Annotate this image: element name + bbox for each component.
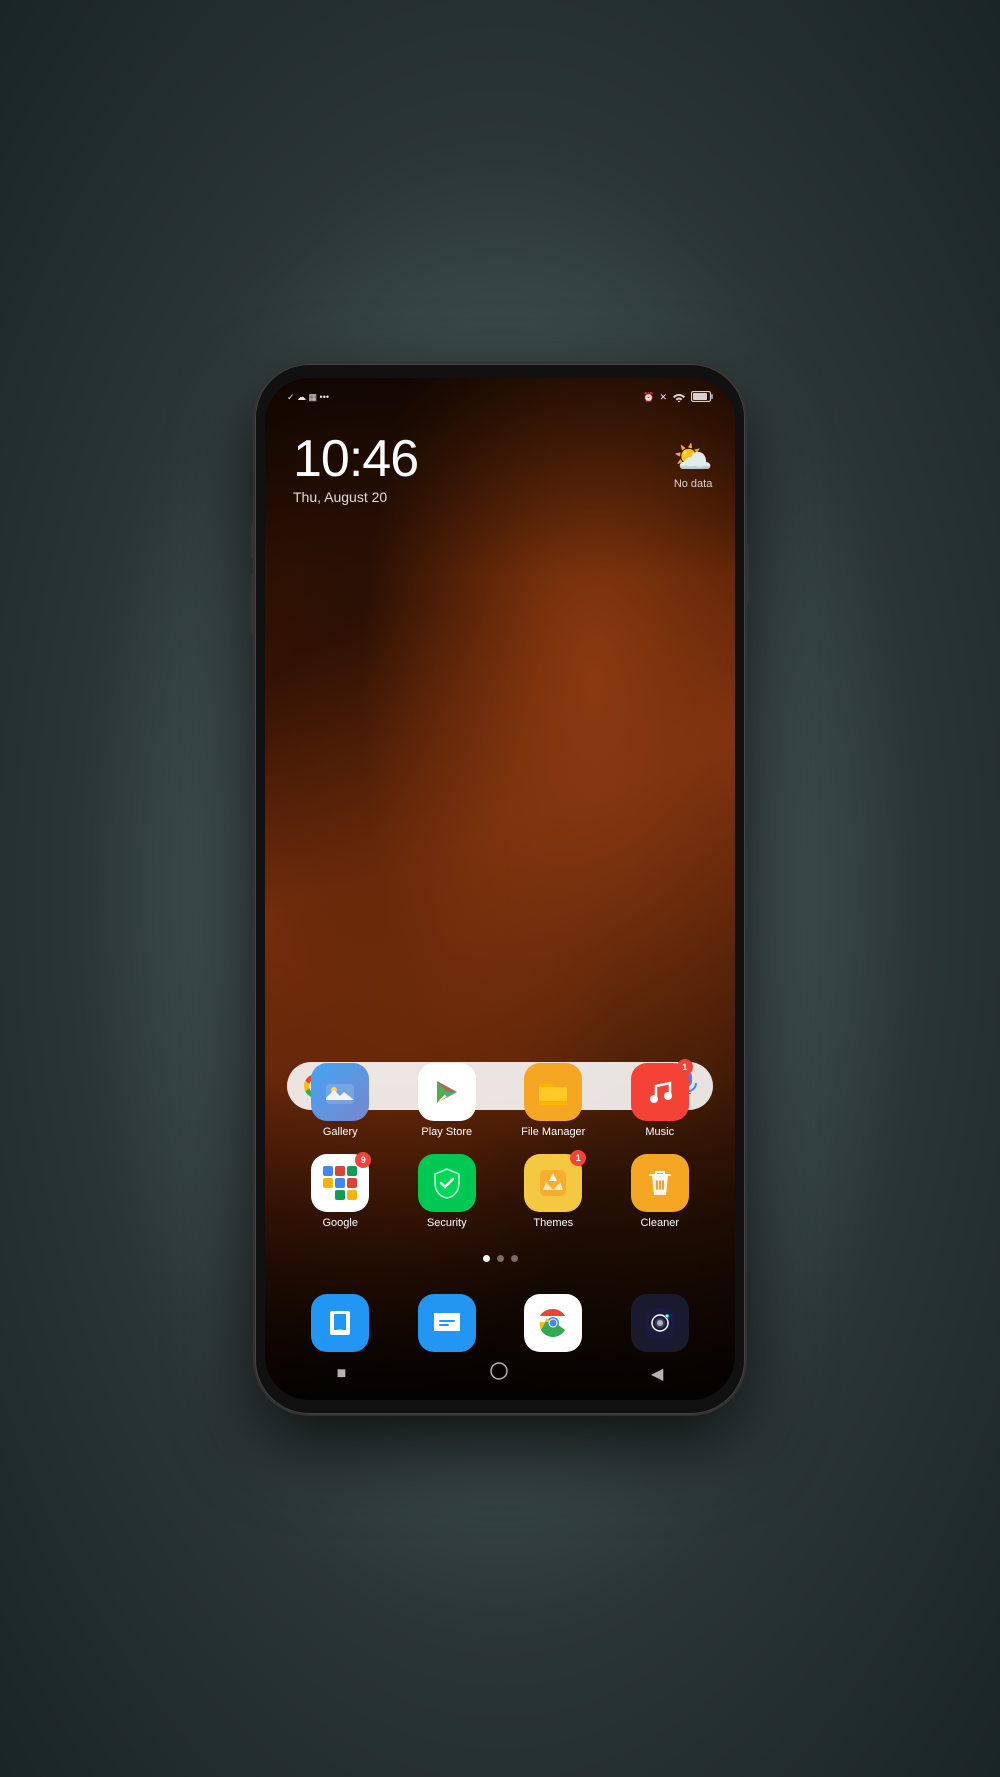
- dock-chrome[interactable]: [524, 1294, 582, 1352]
- page-dots: [265, 1255, 735, 1262]
- app-google[interactable]: 9: [303, 1154, 378, 1229]
- music-label: Music: [645, 1126, 674, 1138]
- cleaner-label: Cleaner: [640, 1217, 679, 1229]
- cleaner-icon: [631, 1154, 689, 1212]
- phone-device: ✓ ☁ ▦ ••• ⏰ ✕: [255, 364, 745, 1414]
- time-display: 10:46: [293, 433, 418, 485]
- volume-up-button: [251, 524, 255, 559]
- app-gallery[interactable]: Gallery: [303, 1063, 378, 1138]
- nav-bar: ■ ◀: [265, 1356, 735, 1392]
- app-cleaner[interactable]: Cleaner: [622, 1154, 697, 1229]
- nav-recent-btn[interactable]: ■: [337, 1365, 347, 1383]
- gallery-label: Gallery: [323, 1126, 358, 1138]
- playstore-icon: [418, 1063, 476, 1121]
- dock-messages[interactable]: [418, 1294, 476, 1352]
- security-icon: [418, 1154, 476, 1212]
- battery-icon: [691, 391, 713, 404]
- filemanager-icon: [524, 1063, 582, 1121]
- volume-down-button: [251, 574, 255, 634]
- status-right-icons: ⏰ ✕: [643, 391, 713, 404]
- app-music[interactable]: 1 Music: [622, 1063, 697, 1138]
- date-display: Thu, August 20: [293, 489, 418, 505]
- google-label: Google: [323, 1217, 358, 1229]
- filemanager-label: File Manager: [521, 1126, 585, 1138]
- weather-widget: ⛅ No data: [673, 438, 713, 490]
- app-playstore[interactable]: Play Store: [409, 1063, 484, 1138]
- phone-screen: ✓ ☁ ▦ ••• ⏰ ✕: [265, 378, 735, 1400]
- gallery-icon: [311, 1063, 369, 1121]
- google-grid-icon: [323, 1166, 357, 1200]
- wifi-icon: [672, 391, 686, 404]
- sim-icon: ✕: [659, 392, 667, 403]
- app-filemanager[interactable]: File Manager: [516, 1063, 591, 1138]
- security-label: Security: [427, 1217, 467, 1229]
- page-dot-1[interactable]: [483, 1255, 490, 1262]
- weather-text: No data: [673, 478, 713, 490]
- music-badge: 1: [677, 1059, 693, 1075]
- themes-icon: 1: [524, 1154, 582, 1212]
- dock-camera[interactable]: [631, 1294, 689, 1352]
- nav-back-btn[interactable]: ◀: [651, 1364, 663, 1384]
- app-row-2: 9: [287, 1154, 713, 1229]
- google-badge: 9: [355, 1152, 371, 1168]
- alarm-icon: ⏰: [643, 392, 654, 403]
- dock-phone[interactable]: [311, 1294, 369, 1352]
- time-section: 10:46 Thu, August 20: [293, 433, 418, 505]
- app-grid: Gallery: [287, 1063, 713, 1245]
- app-security[interactable]: Security: [409, 1154, 484, 1229]
- music-icon: 1: [631, 1063, 689, 1121]
- app-themes[interactable]: 1 Themes: [516, 1154, 591, 1229]
- themes-label: Themes: [533, 1217, 573, 1229]
- notification-icons: ✓ ☁ ▦ •••: [287, 392, 329, 403]
- dock: [287, 1294, 713, 1352]
- page-dot-2[interactable]: [497, 1255, 504, 1262]
- google-app-icon: 9: [311, 1154, 369, 1212]
- themes-badge: 1: [570, 1150, 586, 1166]
- power-button: [745, 544, 749, 604]
- app-row-1: Gallery: [287, 1063, 713, 1138]
- playstore-label: Play Store: [421, 1126, 472, 1138]
- weather-icon: ⛅: [673, 438, 713, 476]
- status-left-icons: ✓ ☁ ▦ •••: [287, 392, 329, 403]
- status-bar: ✓ ☁ ▦ ••• ⏰ ✕: [265, 378, 735, 418]
- nav-home-btn[interactable]: [490, 1362, 508, 1385]
- page-dot-3[interactable]: [511, 1255, 518, 1262]
